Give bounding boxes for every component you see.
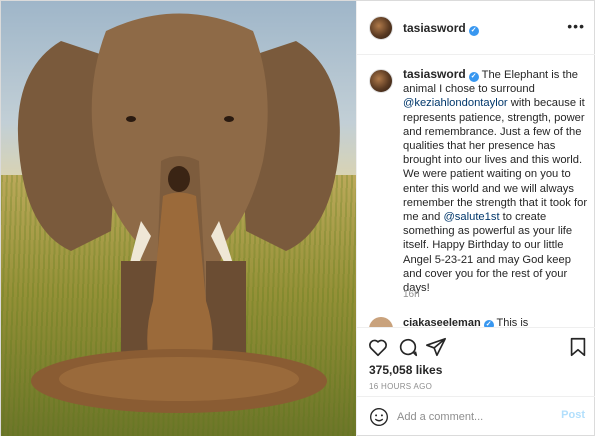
comment-input[interactable] bbox=[397, 408, 547, 426]
comment-icon[interactable] bbox=[397, 336, 419, 358]
comment-text: This is bbox=[496, 317, 529, 327]
comments-area: tasiasword ✓ The Elephant is the animal I… bbox=[357, 55, 595, 327]
caption-text: tasiasword ✓ The Elephant is the animal I… bbox=[403, 67, 589, 295]
verified-badge-icon: ✓ bbox=[483, 320, 494, 327]
elephant-eye-left bbox=[126, 116, 136, 122]
comment-preview: ciakaseeleman ✓ This is bbox=[403, 317, 528, 327]
verified-badge-icon: ✓ bbox=[468, 26, 479, 36]
post-photo[interactable] bbox=[1, 1, 356, 436]
mention-link[interactable]: @keziahlondontaylor bbox=[403, 97, 508, 109]
share-icon[interactable] bbox=[425, 336, 447, 358]
post-comment-button[interactable]: Post bbox=[561, 409, 585, 421]
verified-badge-icon: ✓ bbox=[468, 72, 479, 82]
commenter-avatar[interactable] bbox=[369, 317, 393, 327]
emoji-icon[interactable] bbox=[369, 407, 389, 427]
post-timestamp[interactable]: 16 HOURS AGO bbox=[369, 382, 432, 391]
caption-part-3: to create something as powerful as your … bbox=[403, 211, 573, 295]
comment-composer: Post bbox=[357, 396, 595, 436]
mention-link[interactable]: @salute1st bbox=[443, 211, 499, 223]
caption-author-avatar[interactable] bbox=[369, 69, 393, 93]
heart-icon[interactable] bbox=[367, 336, 389, 358]
more-options-icon[interactable]: ••• bbox=[567, 18, 585, 34]
bookmark-icon[interactable] bbox=[567, 336, 589, 358]
photo-illustration bbox=[17, 13, 340, 413]
author-username[interactable]: tasiasword ✓ bbox=[403, 21, 479, 36]
elephant-eye-right bbox=[224, 116, 234, 122]
caption-age[interactable]: 16h bbox=[403, 289, 420, 300]
woman-head bbox=[168, 166, 190, 192]
likes-count[interactable]: 375,058 likes bbox=[369, 363, 442, 377]
author-avatar[interactable] bbox=[369, 16, 393, 40]
post-side-panel: tasiasword ✓ ••• tasiasword ✓ The Elephant… bbox=[356, 1, 595, 436]
caption-username[interactable]: tasiasword bbox=[403, 67, 466, 81]
action-bar bbox=[357, 327, 595, 367]
post-header: tasiasword ✓ ••• bbox=[357, 1, 595, 55]
caption-part-2: with because it represents patience, str… bbox=[403, 97, 588, 224]
commenter-username[interactable]: ciakaseeleman bbox=[403, 317, 481, 327]
post-frame: tasiasword ✓ ••• tasiasword ✓ The Elephant… bbox=[0, 0, 595, 436]
